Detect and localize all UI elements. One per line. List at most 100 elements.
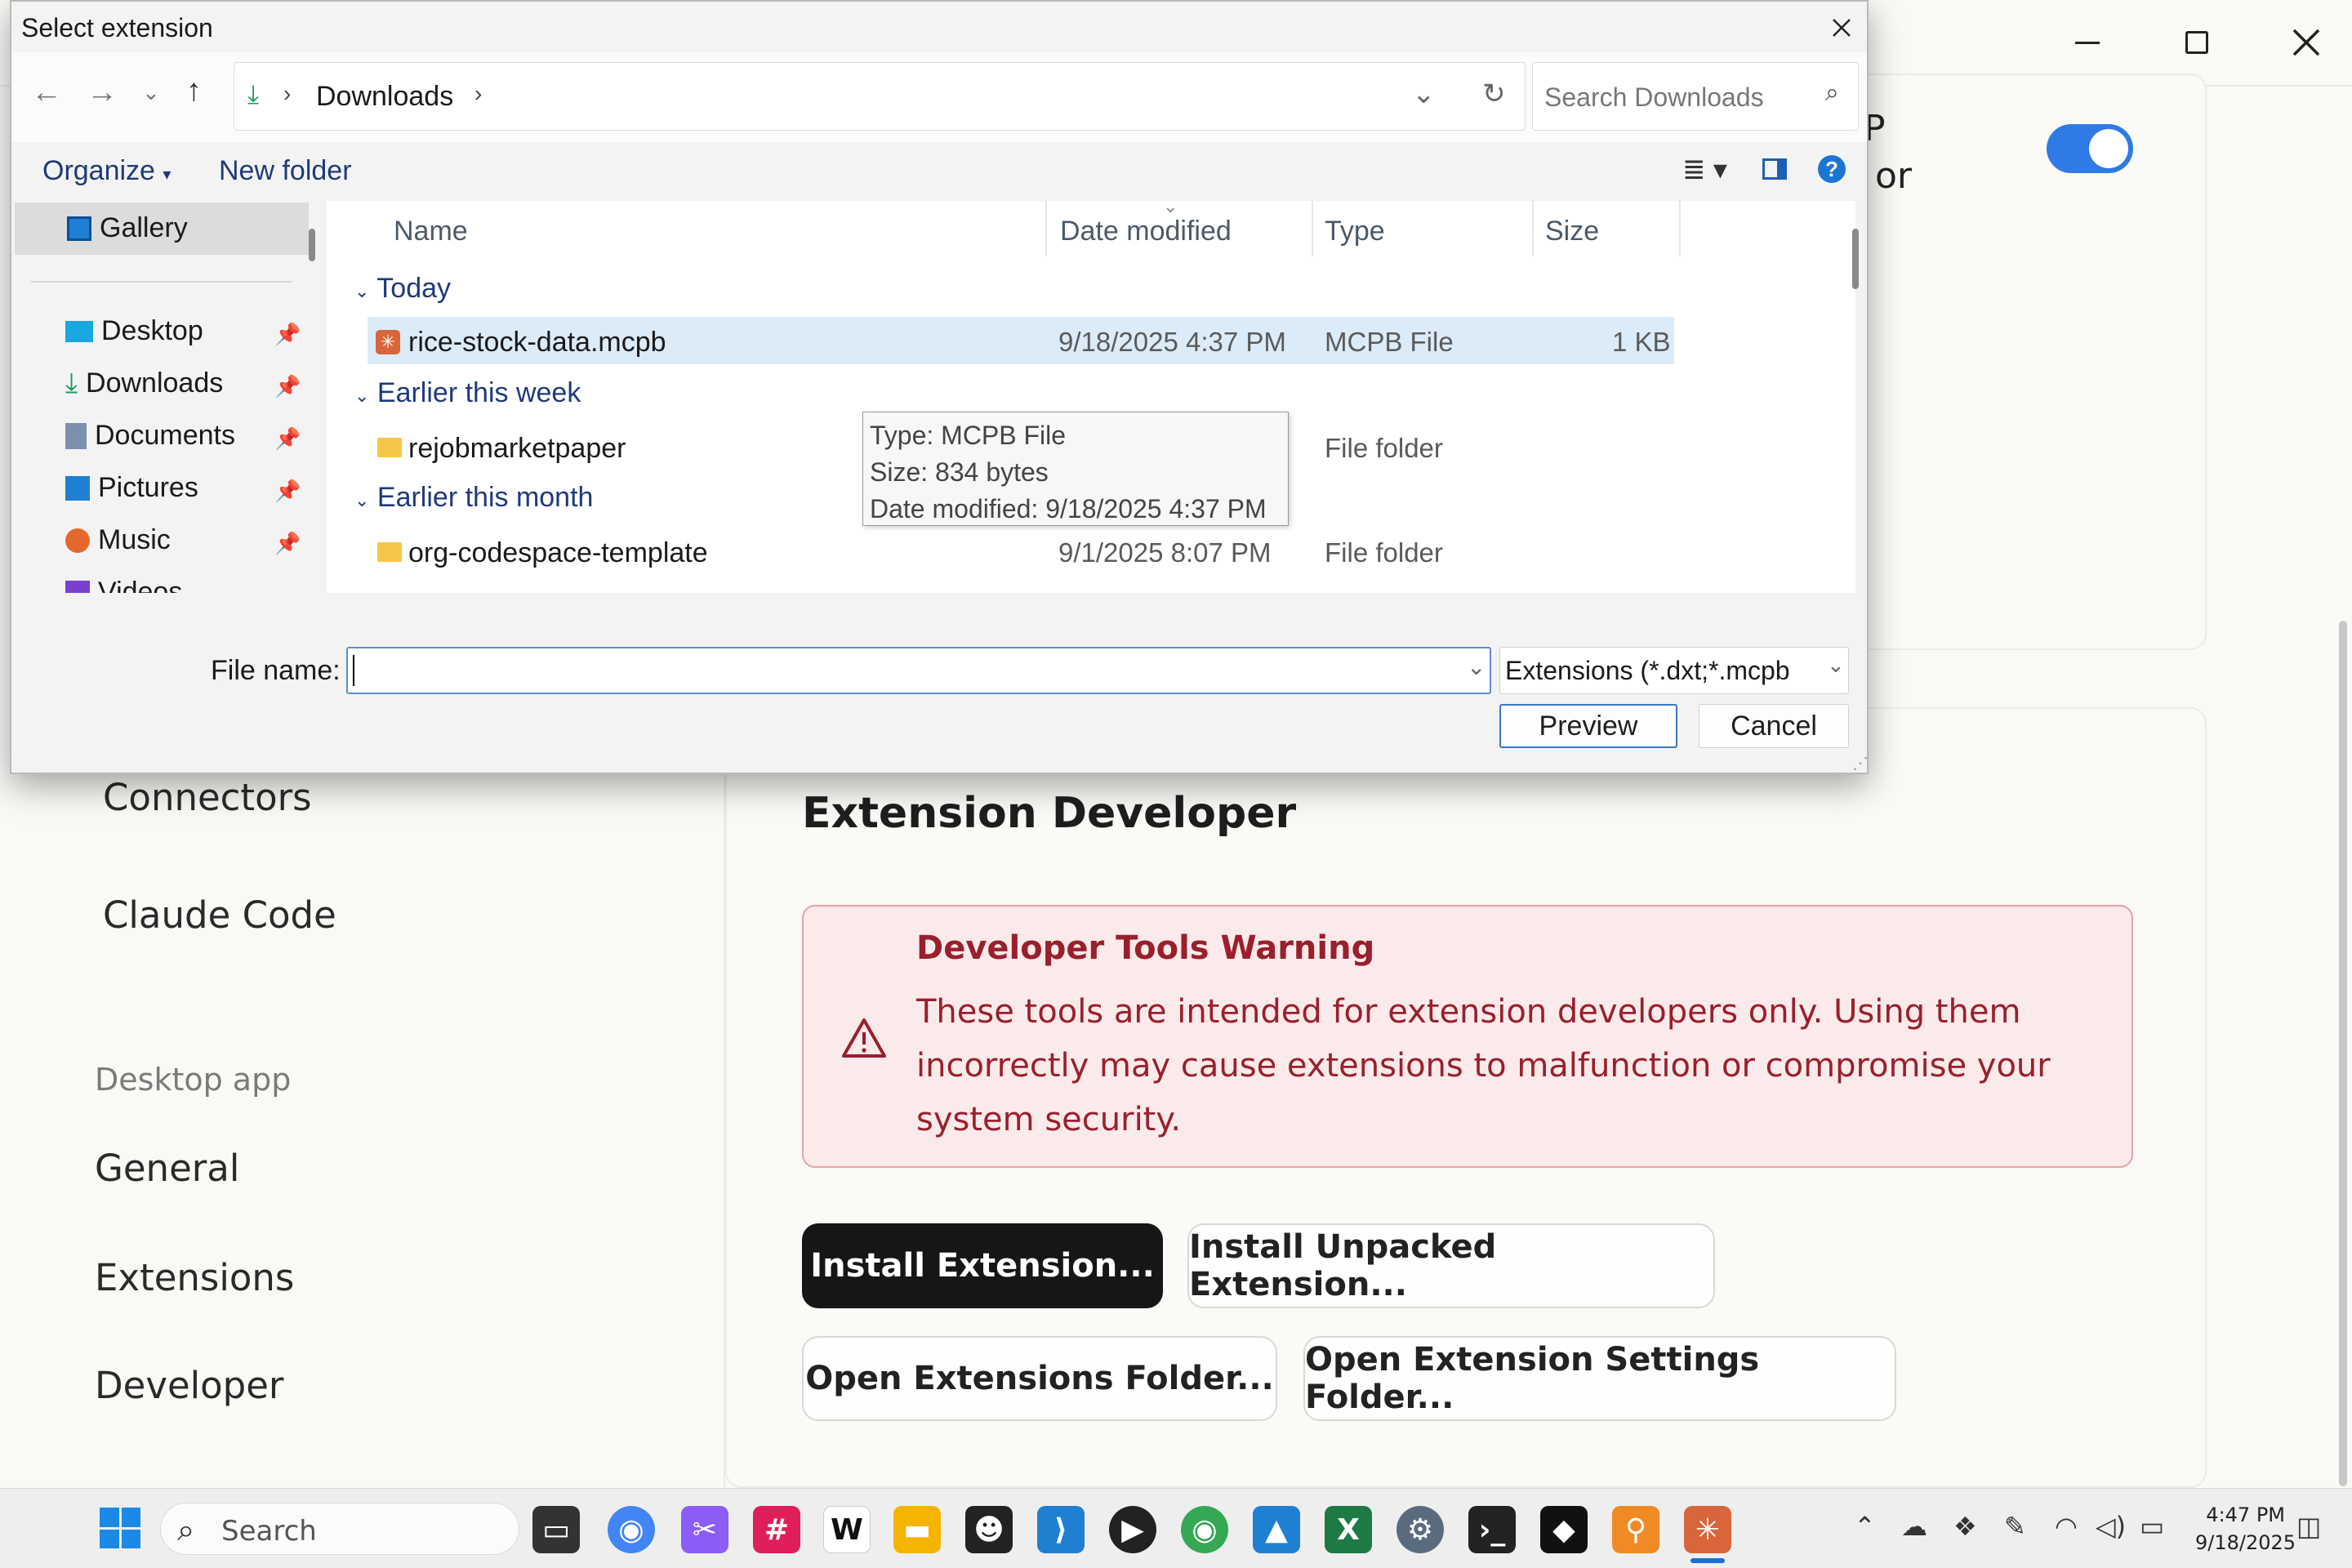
file-size: 1 KB: [1612, 327, 1671, 357]
app-icon[interactable]: ◆: [1540, 1506, 1588, 1553]
chrome-profile-icon[interactable]: ◉: [1181, 1506, 1228, 1553]
wifi-icon[interactable]: ◠: [2055, 1511, 2078, 1542]
navigation-pane: Gallery Desktop 📌 ⤓ Downloads 📌 Document…: [11, 201, 322, 593]
file-row[interactable]: org-codespace-template 9/1/2025 8:07 PM …: [368, 528, 1674, 575]
column-header-name[interactable]: Name: [394, 216, 468, 247]
pen-icon[interactable]: ✎: [2004, 1511, 2026, 1542]
address-bar[interactable]: ⤓ › Downloads › ⌄ ↻: [234, 62, 1526, 131]
preview-button[interactable]: Preview: [1499, 704, 1677, 748]
snipping-tool-icon[interactable]: ✂: [681, 1506, 728, 1553]
clock[interactable]: 4:47 PM 9/18/2025: [2195, 1501, 2296, 1557]
chevron-up-icon[interactable]: ⌃: [1854, 1511, 1876, 1542]
group-header-today[interactable]: ⌄ Today: [354, 273, 451, 305]
claude-icon[interactable]: ✳: [1684, 1506, 1731, 1553]
sidebar-link-extensions[interactable]: Extensions: [95, 1256, 294, 1299]
clock-date: 9/18/2025: [2195, 1531, 2296, 1554]
taskbar-search[interactable]: ⌕ Search: [160, 1503, 519, 1555]
app-scrollbar[interactable]: [2339, 621, 2347, 1486]
toggle-switch[interactable]: [2047, 124, 2133, 173]
sidebar-link-connectors[interactable]: Connectors: [103, 776, 312, 819]
sidebar-item-music[interactable]: Music: [65, 524, 171, 556]
column-header-size[interactable]: Size: [1545, 216, 1599, 247]
dropbox-icon[interactable]: ❖: [1953, 1511, 1977, 1542]
view-options-icon[interactable]: ≣ ▾: [1682, 154, 1727, 186]
vscode-icon[interactable]: ⟩: [1037, 1506, 1085, 1553]
file-list-scrollbar[interactable]: [1852, 229, 1859, 289]
group-header-month[interactable]: ⌄ Earlier this month: [354, 482, 593, 514]
forward-icon[interactable]: →: [87, 75, 118, 110]
group-header-week[interactable]: ⌄ Earlier this week: [354, 377, 581, 409]
sidebar-item-gallery[interactable]: Gallery: [67, 212, 188, 244]
install-unpacked-button[interactable]: Install Unpacked Extension...: [1187, 1223, 1715, 1308]
resize-grip-icon[interactable]: ⋰: [1852, 753, 1869, 773]
photos-icon[interactable]: ▲: [1253, 1506, 1300, 1553]
dialog-close-button[interactable]: [1821, 10, 1862, 46]
up-icon[interactable]: ↑: [186, 74, 202, 109]
extension-developer-card: Extension Developer Developer Tools Warn…: [725, 707, 2207, 1488]
pictures-icon: [65, 475, 90, 501]
back-icon[interactable]: ←: [31, 75, 62, 110]
file-name-input[interactable]: ⌄: [346, 647, 1491, 694]
slack-icon[interactable]: #: [753, 1506, 800, 1553]
chevron-down-icon[interactable]: ⌄: [1467, 653, 1486, 680]
settings-gear-icon[interactable]: ⚙: [1396, 1506, 1444, 1553]
windows-logo-tile: [121, 1508, 140, 1527]
refresh-icon[interactable]: ↻: [1482, 78, 1506, 110]
onedrive-icon[interactable]: ☁: [1901, 1511, 1927, 1542]
warning-title: Developer Tools Warning: [916, 929, 1375, 967]
chevron-down-icon[interactable]: ⌄: [1412, 78, 1436, 110]
open-extension-settings-folder-button[interactable]: Open Extension Settings Folder...: [1303, 1336, 1896, 1421]
minimize-button[interactable]: [2038, 18, 2136, 67]
help-icon[interactable]: ?: [1818, 155, 1846, 183]
terminal-icon[interactable]: ›_: [1468, 1506, 1516, 1553]
column-header-date[interactable]: Date modified: [1060, 216, 1232, 247]
sidebar-item-downloads[interactable]: ⤓ Downloads: [65, 368, 223, 399]
pin-icon: 📌: [274, 531, 301, 555]
maximize-button[interactable]: [2148, 18, 2246, 67]
column-header-type[interactable]: Type: [1325, 216, 1385, 247]
notification-icon[interactable]: ◫: [2296, 1511, 2321, 1542]
search-input[interactable]: Search Downloads: [1544, 82, 1764, 113]
excel-icon[interactable]: X: [1325, 1506, 1372, 1553]
download-icon: ⤓: [65, 368, 78, 399]
file-row-selected[interactable]: ✳ rice-stock-data.mcpb 9/18/2025 4:37 PM…: [368, 317, 1674, 364]
task-view-icon[interactable]: ▭: [532, 1506, 580, 1553]
file-name: org-codespace-template: [408, 537, 708, 568]
cancel-button[interactable]: Cancel: [1699, 704, 1849, 748]
file-explorer-icon[interactable]: ▬: [893, 1506, 941, 1553]
battery-icon[interactable]: ▭: [2140, 1511, 2164, 1542]
search-icon: ⌕: [177, 1512, 195, 1548]
group-label: Earlier this week: [376, 377, 581, 408]
sidebar-link-developer[interactable]: Developer: [95, 1364, 283, 1407]
new-folder-button[interactable]: New folder: [219, 155, 352, 187]
close-window-button[interactable]: [2257, 18, 2352, 67]
breadcrumb[interactable]: Downloads: [316, 81, 453, 113]
group-label: Today: [376, 273, 452, 304]
chrome-icon[interactable]: ◉: [608, 1506, 655, 1553]
install-extension-button[interactable]: Install Extension...: [802, 1223, 1163, 1308]
windows-logo-tile: [121, 1529, 140, 1548]
file-type-filter[interactable]: Extensions (*.dxt;*.mcpb ⌄: [1499, 647, 1849, 694]
sidebar-item-videos[interactable]: Videos: [65, 577, 182, 593]
media-player-icon[interactable]: ▶: [1109, 1506, 1156, 1553]
sidebar-item-label: Desktop: [101, 315, 203, 346]
nav-scrollbar[interactable]: [309, 229, 315, 261]
pin-icon: 📌: [274, 322, 301, 346]
sidebar-item-desktop[interactable]: Desktop: [65, 315, 203, 347]
sidebar-item-pictures[interactable]: Pictures: [65, 472, 198, 504]
open-extensions-folder-button[interactable]: Open Extensions Folder...: [802, 1336, 1277, 1421]
sidebar-item-documents[interactable]: Documents: [65, 420, 235, 452]
linux-icon[interactable]: ☻: [965, 1506, 1013, 1553]
search-tool-icon[interactable]: ⚲: [1612, 1506, 1659, 1553]
start-button[interactable]: [100, 1508, 140, 1548]
file-type: File folder: [1325, 433, 1443, 463]
sidebar-link-general[interactable]: General: [95, 1147, 239, 1190]
writer-icon[interactable]: W: [823, 1506, 871, 1553]
sidebar-link-claude-code[interactable]: Claude Code: [103, 893, 336, 937]
preview-pane-icon[interactable]: [1762, 158, 1787, 180]
recent-locations-icon[interactable]: ⌄: [142, 80, 160, 105]
volume-icon[interactable]: ◁): [2096, 1511, 2126, 1542]
organize-menu[interactable]: Organize ▾: [42, 155, 171, 187]
group-label: Earlier this month: [376, 482, 594, 513]
search-box[interactable]: Search Downloads ⌕: [1532, 62, 1859, 131]
